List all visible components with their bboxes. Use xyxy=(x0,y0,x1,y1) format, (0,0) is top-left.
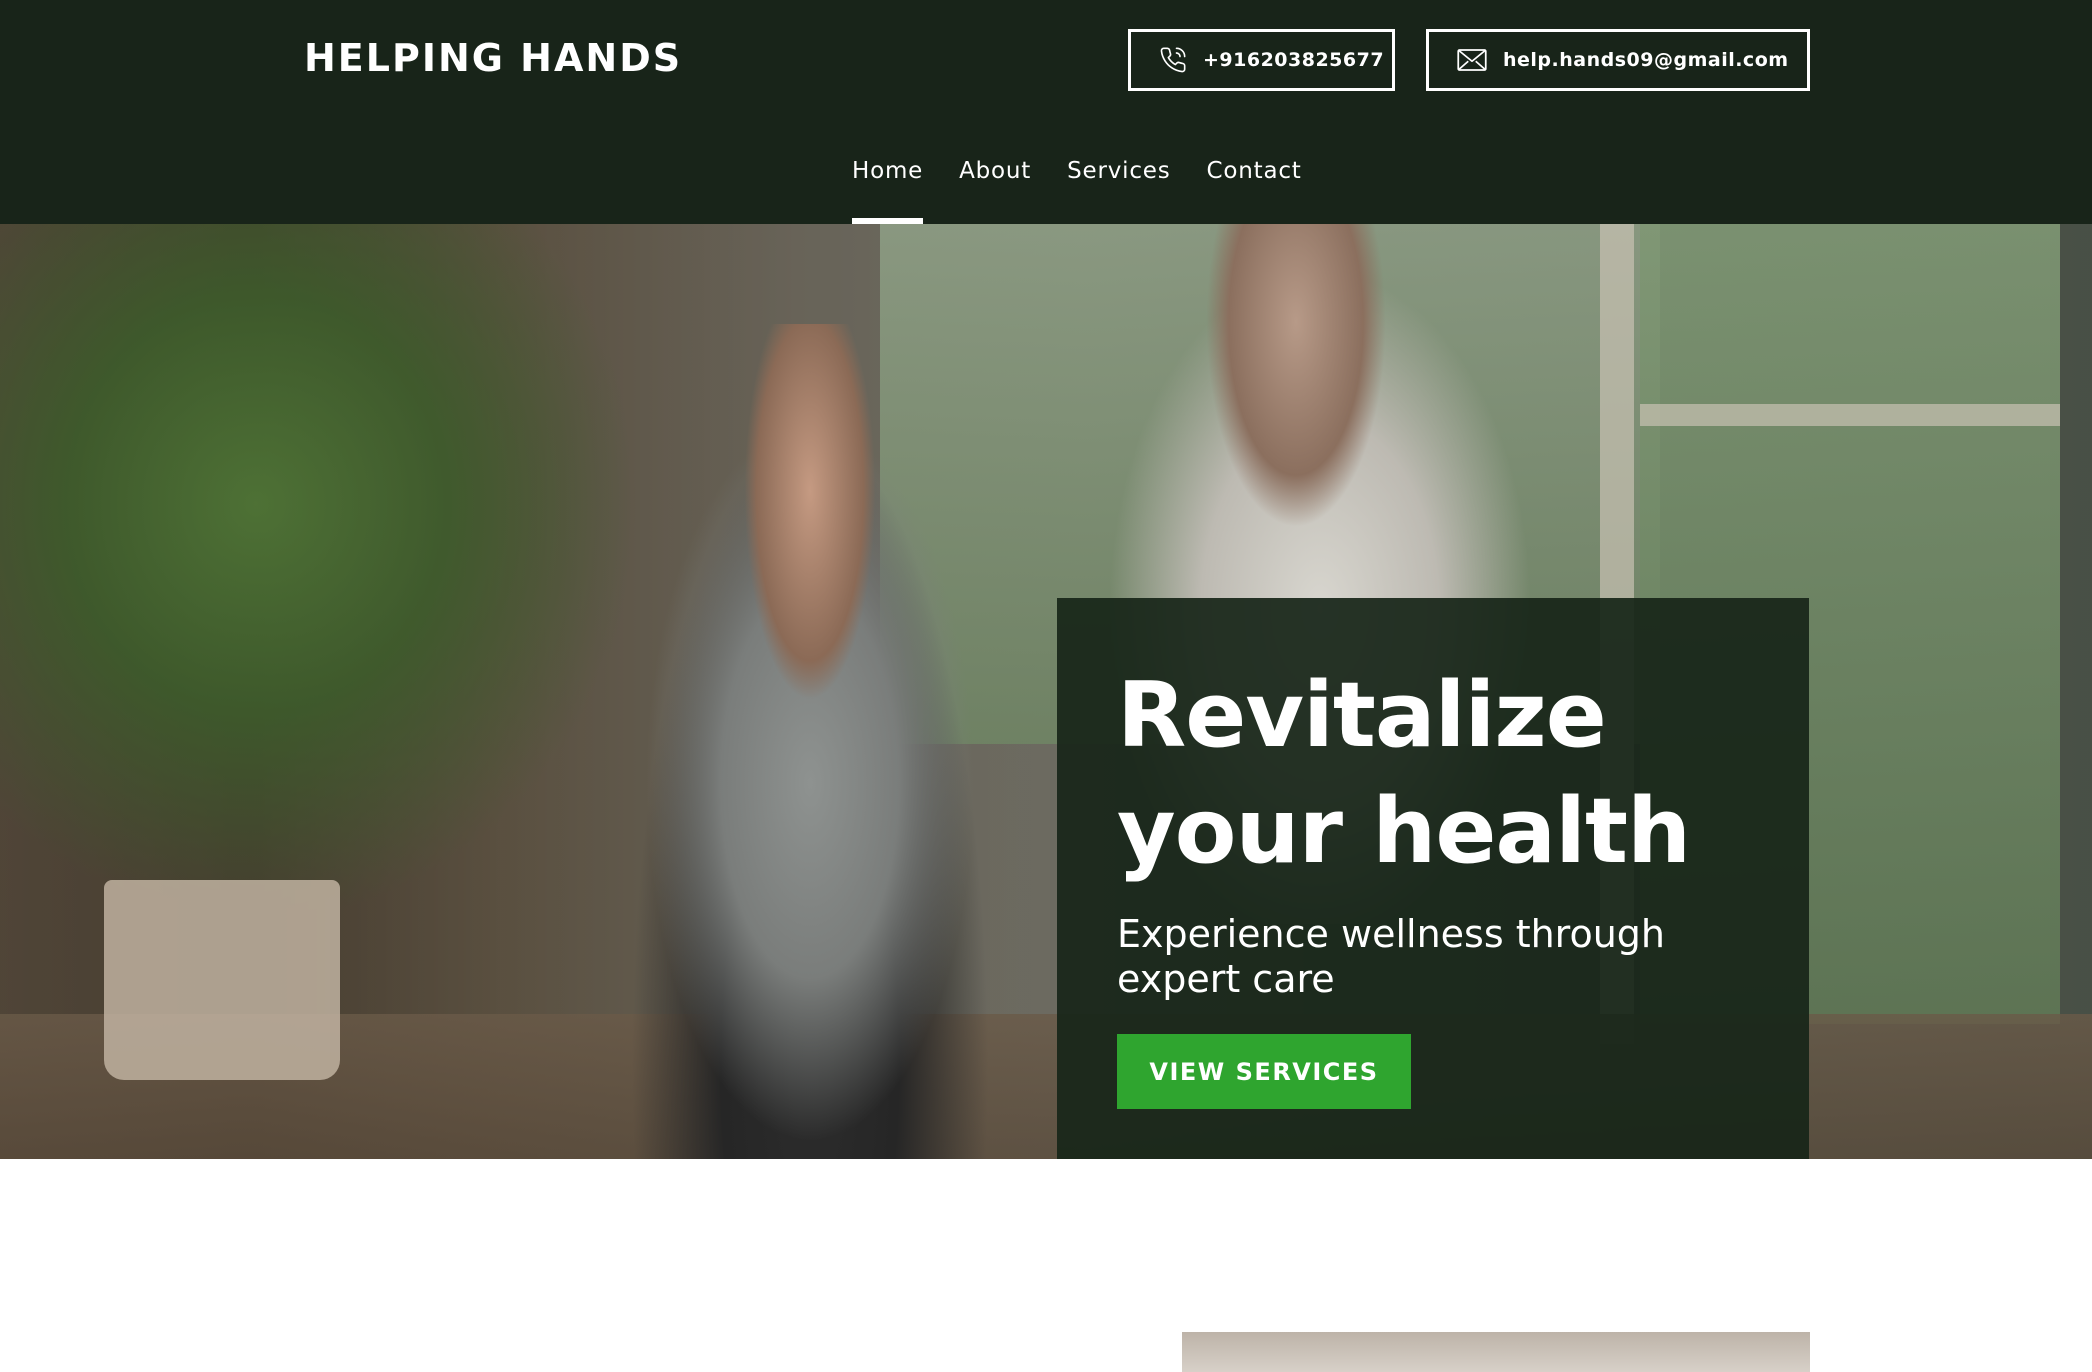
hero-section: Revitalize your health Experience wellne… xyxy=(0,224,2092,1159)
therapist-figure xyxy=(600,324,1020,1159)
hero-title: Revitalize your health xyxy=(1117,658,1749,890)
nav-item-services[interactable]: Services xyxy=(1067,152,1170,224)
site-header: HELPING HANDS +916203825677 help.hands09… xyxy=(0,0,2092,224)
nav-item-contact[interactable]: Contact xyxy=(1207,152,1302,224)
email-contact-button[interactable]: help.hands09@gmail.com xyxy=(1426,29,1810,91)
phone-number: +916203825677 xyxy=(1203,49,1385,71)
hero-title-line-2: your health xyxy=(1117,779,1691,884)
window-frame xyxy=(1640,404,2060,426)
mail-icon xyxy=(1457,49,1487,71)
view-services-button[interactable]: VIEW SERVICES xyxy=(1117,1034,1411,1109)
plant-image xyxy=(0,224,640,924)
brand-logo[interactable]: HELPING HANDS xyxy=(304,36,682,80)
phone-contact-button[interactable]: +916203825677 xyxy=(1128,29,1395,91)
hero-card: Revitalize your health Experience wellne… xyxy=(1057,598,1809,1159)
hero-subtitle: Experience wellness through expert care xyxy=(1117,912,1666,1001)
plant-pot xyxy=(104,880,340,1080)
email-address: help.hands09@gmail.com xyxy=(1503,49,1789,71)
section-image xyxy=(1182,1332,1810,1372)
nav-item-about[interactable]: About xyxy=(959,152,1031,224)
hero-title-line-1: Revitalize xyxy=(1117,663,1607,768)
nav-item-home[interactable]: Home xyxy=(852,152,924,224)
phone-icon xyxy=(1160,47,1186,73)
main-nav: Home About Services Contact xyxy=(852,152,1338,224)
